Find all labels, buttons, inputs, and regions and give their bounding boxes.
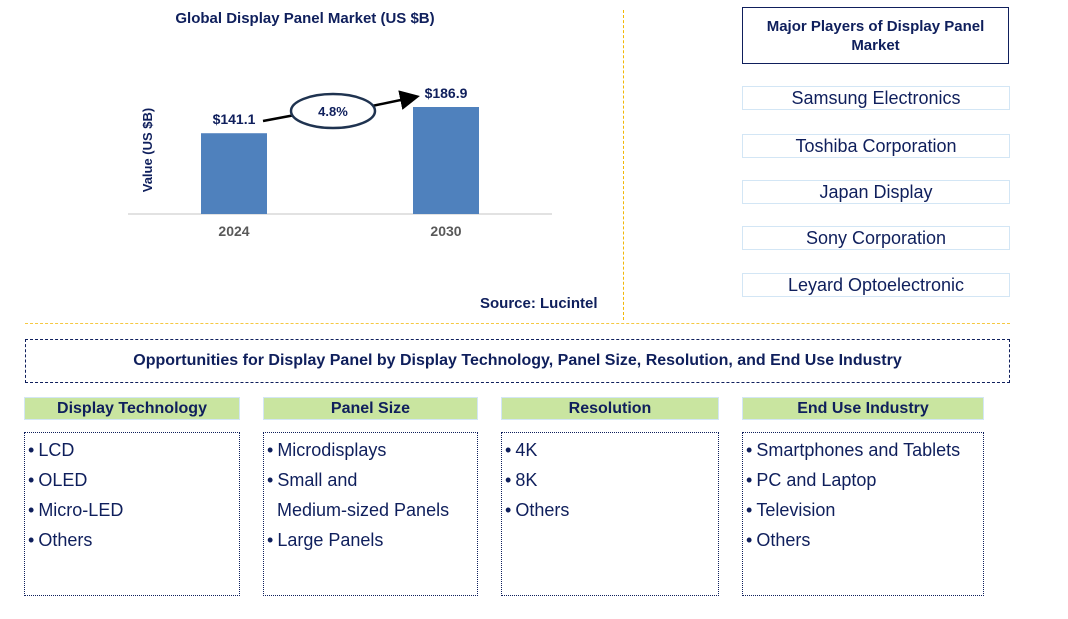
bullet-icon: • bbox=[505, 440, 512, 460]
bullet-icon: • bbox=[267, 470, 274, 490]
player-item: Toshiba Corporation bbox=[742, 134, 1010, 158]
list-item: • Smartphones and Tablets bbox=[746, 440, 961, 460]
list-item: • Others bbox=[28, 530, 93, 550]
list-item: • Others bbox=[746, 530, 811, 550]
list-item: • PC and Laptop bbox=[746, 470, 877, 490]
list-item: • Television bbox=[746, 500, 836, 520]
bullet-icon: • bbox=[28, 530, 35, 550]
player-item: Leyard Optoelectronic bbox=[742, 273, 1010, 297]
list-item: • Microdisplays bbox=[267, 440, 387, 460]
bar-2024 bbox=[201, 133, 267, 214]
category-list-end-use-industry: • Smartphones and Tablets • PC and Laptop … bbox=[742, 432, 984, 596]
major-players-title: Major Players of Display Panel Market bbox=[742, 7, 1009, 64]
cagr-annotation: 4.8% bbox=[262, 90, 420, 130]
list-item: • Others bbox=[505, 500, 570, 520]
list-item: • LCD bbox=[28, 440, 75, 460]
data-label-2030: $186.9 bbox=[425, 85, 468, 101]
list-item-continuation: Medium-sized Panels bbox=[277, 500, 450, 520]
x-tick-label-2024: 2024 bbox=[218, 223, 249, 239]
category-list-panel-size: • Microdisplays • Small and Medium-sized P… bbox=[263, 432, 478, 596]
source-label: Source: Lucintel bbox=[480, 295, 598, 312]
bullet-icon: • bbox=[746, 530, 753, 550]
category-list-display-technology: • LCD • OLED • Micro-LED • Others bbox=[24, 432, 240, 596]
cagr-arrow-left bbox=[262, 113, 296, 123]
bullet-icon: • bbox=[267, 440, 274, 460]
bullet-icon: • bbox=[505, 500, 512, 520]
player-item: Sony Corporation bbox=[742, 226, 1010, 250]
y-axis-label: Value (US $B) bbox=[140, 108, 155, 193]
horizontal-divider bbox=[25, 323, 1010, 324]
bullet-icon: • bbox=[28, 500, 35, 520]
bullet-icon: • bbox=[746, 440, 753, 460]
x-tick-label-2030: 2030 bbox=[430, 223, 461, 239]
list-item: • Small and bbox=[267, 470, 358, 490]
cagr-arrow-right bbox=[371, 90, 420, 110]
category-header-end-use-industry: End Use Industry bbox=[742, 397, 984, 420]
list-item: • 4K bbox=[505, 440, 538, 460]
bullet-icon: • bbox=[746, 470, 753, 490]
list-item: • Micro-LED bbox=[28, 500, 124, 520]
player-item: Japan Display bbox=[742, 180, 1010, 204]
vertical-divider bbox=[623, 10, 624, 320]
category-header-resolution: Resolution bbox=[501, 397, 719, 420]
list-item: • OLED bbox=[28, 470, 88, 490]
category-list-resolution: • 4K • 8K • Others bbox=[501, 432, 719, 596]
bullet-icon: • bbox=[267, 530, 274, 550]
chart-title: Global Display Panel Market (US $B) bbox=[175, 10, 435, 27]
category-header-display-technology: Display Technology bbox=[24, 397, 240, 420]
opportunities-title: Opportunities for Display Panel by Displ… bbox=[25, 339, 1010, 383]
bullet-icon: • bbox=[505, 470, 512, 490]
bullet-icon: • bbox=[746, 500, 753, 520]
list-item: • 8K bbox=[505, 470, 538, 490]
cagr-label: 4.8% bbox=[318, 104, 348, 119]
bullet-icon: • bbox=[28, 440, 35, 460]
player-item: Samsung Electronics bbox=[742, 86, 1010, 110]
list-item: • Large Panels bbox=[267, 530, 384, 550]
bar-2030 bbox=[413, 107, 479, 214]
bar-chart: Value (US $B) $141.1 2024 $186.9 2030 4.8% bbox=[128, 85, 552, 239]
data-label-2024: $141.1 bbox=[213, 111, 256, 127]
category-header-panel-size: Panel Size bbox=[263, 397, 478, 420]
bullet-icon: • bbox=[28, 470, 35, 490]
